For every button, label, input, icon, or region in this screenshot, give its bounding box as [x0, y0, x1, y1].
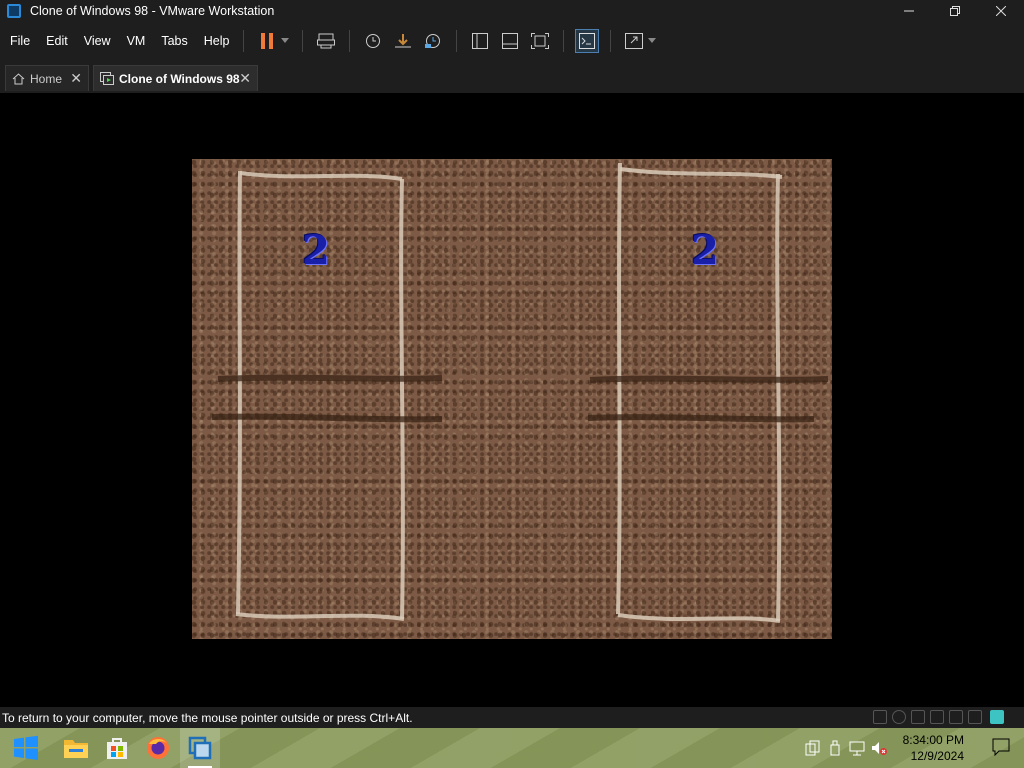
minimize-button[interactable]: [886, 0, 932, 22]
status-bar: To return to your computer, move the mou…: [0, 707, 1024, 728]
start-button[interactable]: [6, 728, 46, 768]
close-icon: [996, 6, 1006, 16]
home-icon: [12, 72, 25, 84]
device-status-icons: [873, 710, 982, 724]
show-library-button[interactable]: [469, 30, 491, 52]
tab-home-label: Home: [30, 71, 63, 86]
console-view-button[interactable]: [575, 28, 600, 53]
toolbar: [252, 28, 661, 53]
title-bar: Clone of Windows 98 - VMware Workstation: [0, 0, 1024, 22]
send-ctrl-alt-del-button[interactable]: [315, 30, 337, 52]
window-controls: [886, 0, 1024, 22]
sound-icon[interactable]: [968, 710, 982, 724]
taskbar-vmware[interactable]: [180, 728, 220, 768]
chevron-down-icon: [281, 38, 290, 43]
windows-start-icon: [14, 735, 38, 760]
snapshot-manager-icon: [425, 33, 441, 48]
menu-vm[interactable]: VM: [121, 34, 152, 48]
message-log-icon[interactable]: [990, 710, 1004, 724]
dirt-field-drawing: [211, 162, 829, 623]
snapshot-icon: [366, 33, 381, 48]
close-button[interactable]: [978, 0, 1024, 22]
close-tab-home-icon[interactable]: ✕: [70, 71, 82, 85]
taskbar-store[interactable]: [97, 728, 137, 768]
window-title: Clone of Windows 98 - VMware Workstation: [30, 4, 275, 18]
close-tab-vm-icon[interactable]: ✕: [239, 71, 251, 85]
vm-icon: [100, 72, 114, 85]
file-explorer-icon: [64, 740, 88, 758]
library-icon: [472, 32, 489, 49]
full-screen-button[interactable]: [529, 30, 551, 52]
toolbar-separator: [349, 29, 351, 52]
unity-dropdown-button[interactable]: [647, 30, 657, 52]
right-field-number: 2: [691, 227, 719, 274]
network-adapter-icon[interactable]: [873, 710, 887, 724]
action-center-button[interactable]: [992, 738, 1010, 759]
restore-button[interactable]: [932, 0, 978, 22]
unity-button[interactable]: [623, 30, 645, 52]
menu-view[interactable]: View: [78, 34, 117, 48]
power-dropdown-button[interactable]: [280, 30, 290, 52]
display-icon[interactable]: [911, 710, 925, 724]
status-message: To return to your computer, move the mou…: [2, 710, 413, 725]
store-icon: [107, 738, 127, 759]
toolbar-separator: [610, 29, 612, 52]
copy-icon[interactable]: [805, 740, 821, 756]
clock-time: 8:34:00 PM: [902, 733, 964, 747]
firefox-icon: [147, 737, 169, 759]
guest-game-screen[interactable]: 2 2: [192, 159, 832, 639]
menu-bar: File Edit View VM Tabs Help: [0, 22, 1024, 59]
tab-home[interactable]: Home ✕: [5, 65, 89, 91]
toolbar-separator: [563, 29, 565, 52]
revert-snapshot-icon: [395, 33, 412, 47]
tab-vm-label: Clone of Windows 98: [119, 71, 240, 86]
console-icon: [579, 32, 596, 49]
menu-file[interactable]: File: [4, 34, 36, 48]
take-snapshot-button[interactable]: [362, 30, 384, 52]
volume-muted-icon[interactable]: [871, 740, 887, 756]
clock-date: 12/9/2024: [910, 749, 964, 763]
taskbar-firefox[interactable]: [138, 728, 178, 768]
menu-edit[interactable]: Edit: [40, 34, 74, 48]
toolbar-separator: [456, 29, 458, 52]
printer-icon[interactable]: [949, 710, 963, 724]
snapshot-manager-button[interactable]: [422, 30, 444, 52]
system-tray: [802, 728, 890, 768]
thumbnail-bar-button[interactable]: [499, 30, 521, 52]
tab-vm[interactable]: Clone of Windows 98 ✕: [93, 65, 258, 91]
notification-icon: [992, 738, 1010, 757]
revert-snapshot-button[interactable]: [392, 30, 414, 52]
minimize-icon: [904, 10, 914, 12]
pause-icon: [261, 32, 274, 49]
tab-bar: Home ✕ Clone of Windows 98 ✕: [0, 59, 1024, 93]
toolbar-separator: [243, 29, 245, 52]
toolbar-separator: [302, 29, 304, 52]
network-icon[interactable]: [849, 740, 865, 756]
taskbar-clock[interactable]: 8:34:00 PM 12/9/2024: [903, 732, 964, 764]
chevron-down-icon: [648, 38, 657, 43]
menu-tabs[interactable]: Tabs: [155, 34, 193, 48]
vmware-icon: [188, 736, 212, 760]
unity-icon: [625, 32, 644, 49]
taskbar-file-explorer[interactable]: [56, 728, 96, 768]
usb-icon[interactable]: [930, 710, 944, 724]
usb-drive-icon[interactable]: [827, 740, 843, 756]
send-keys-icon: [317, 33, 336, 48]
fullscreen-icon: [531, 32, 550, 49]
cd-drive-icon[interactable]: [892, 710, 906, 724]
vmware-app-icon[interactable]: [7, 4, 21, 18]
restore-icon: [950, 6, 960, 16]
left-field-number: 2: [302, 227, 330, 274]
menu-help[interactable]: Help: [198, 34, 236, 48]
thumbnail-icon: [502, 32, 519, 49]
windows-taskbar: 8:34:00 PM 12/9/2024: [0, 728, 1024, 768]
pause-button[interactable]: [256, 30, 278, 52]
